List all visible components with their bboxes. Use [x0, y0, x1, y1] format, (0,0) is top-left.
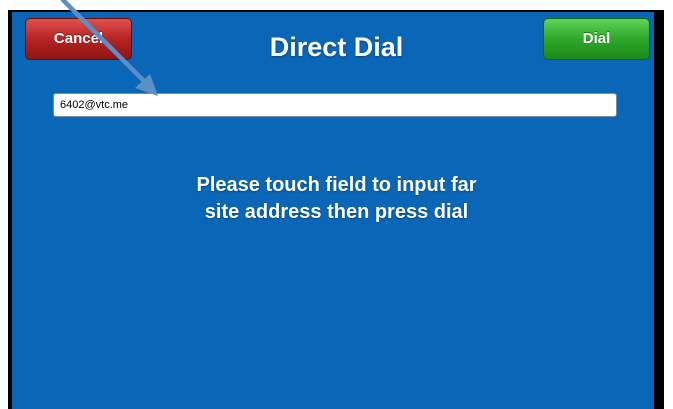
instruction-line-1: Please touch field to input far	[196, 174, 477, 196]
far-site-address-field[interactable]	[53, 93, 617, 117]
instruction-line-2: site address then press dial	[204, 201, 469, 223]
dial-button[interactable]: Dial	[543, 18, 650, 60]
instruction-text: Please touch field to input far site add…	[0, 172, 673, 226]
